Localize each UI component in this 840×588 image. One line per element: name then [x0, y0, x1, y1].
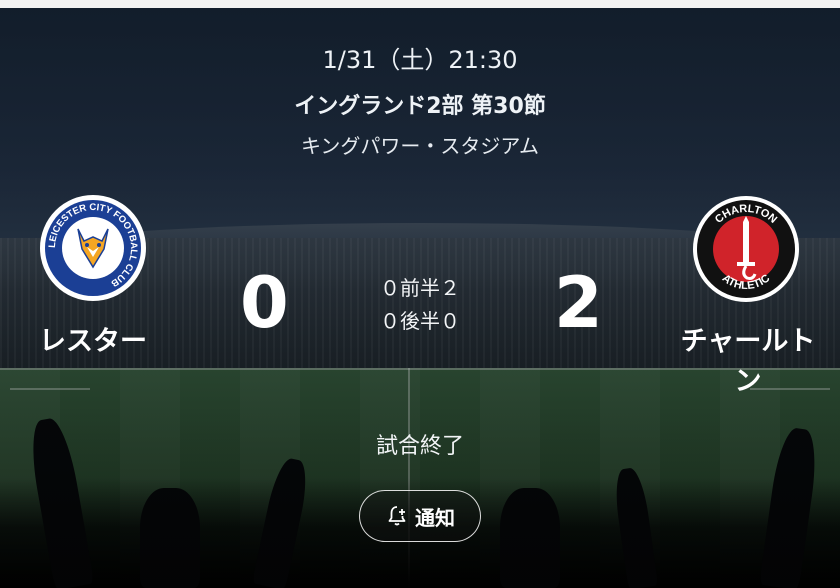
home-score: 0 — [240, 262, 289, 344]
first-half-score: ０前半２ — [380, 276, 460, 300]
second-half-score: ０後半０ — [380, 309, 460, 333]
sword-icon — [737, 216, 757, 280]
away-score: 2 — [554, 262, 603, 344]
match-status: 試合終了 — [375, 434, 464, 459]
stadium-name: キングパワー・スタジアム — [301, 134, 539, 158]
competition-label: イングランド2部 第30節 — [294, 94, 546, 119]
home-team-crest[interactable]: LEICESTER CITY FOOTBALL CLUB — [40, 195, 146, 301]
match-datetime: 1/31（土）21:30 — [322, 46, 518, 74]
top-bar — [0, 0, 840, 8]
notify-label: 通知 — [415, 505, 455, 530]
home-team-name[interactable]: レスター — [20, 322, 166, 362]
away-team-crest[interactable]: CHARLTON ATHLETIC — [693, 196, 799, 302]
away-team-name[interactable]: チャールトン — [668, 322, 828, 402]
notify-button[interactable]: 通知 — [359, 490, 481, 542]
bell-plus-icon — [388, 506, 406, 526]
fox-icon — [77, 228, 109, 269]
